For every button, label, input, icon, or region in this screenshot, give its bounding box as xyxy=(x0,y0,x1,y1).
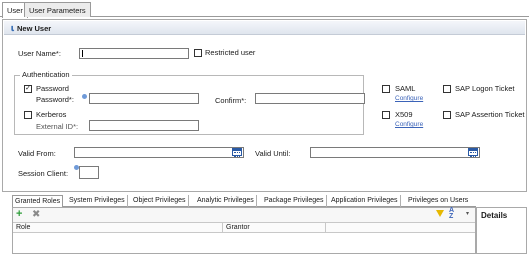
sort-icon[interactable]: AZ xyxy=(449,207,454,220)
valid-from-input[interactable] xyxy=(74,147,244,158)
password-field-label: Password*: xyxy=(36,95,74,104)
dropdown-icon[interactable]: ▾ xyxy=(466,210,469,217)
session-client-label: Session Client: xyxy=(18,169,69,178)
sap-assertion-ticket-checkbox[interactable] xyxy=(443,111,451,119)
grid-toolbar xyxy=(13,208,475,222)
delete-icon[interactable]: ✖ xyxy=(32,209,40,220)
user-icon: 𝛊 xyxy=(10,23,15,33)
sap-assertion-ticket-label: SAP Assertion Ticket xyxy=(455,110,525,119)
kerberos-checkbox[interactable] xyxy=(24,111,32,119)
info-icon xyxy=(82,94,87,99)
external-id-input[interactable] xyxy=(89,120,199,131)
session-client-input[interactable] xyxy=(79,166,99,179)
saml-checkbox[interactable] xyxy=(382,85,390,93)
tab-analytic-privileges[interactable]: Analytic Privileges xyxy=(195,195,257,207)
calendar-icon[interactable] xyxy=(468,148,478,157)
confirm-label: Confirm*: xyxy=(215,96,247,105)
authentication-title: Authentication xyxy=(20,70,72,80)
section-header xyxy=(4,21,525,35)
password-label: Password xyxy=(36,84,69,93)
confirm-input[interactable] xyxy=(255,93,365,104)
add-icon[interactable]: + xyxy=(16,209,22,220)
details-title: Details xyxy=(481,211,508,220)
sap-logon-ticket-label: SAP Logon Ticket xyxy=(455,84,515,93)
tab-user-parameters[interactable]: User Parameters xyxy=(24,2,91,17)
x509-label: X509 xyxy=(395,110,413,119)
valid-until-label: Valid Until: xyxy=(255,149,291,158)
x509-configure-link[interactable]: Configure xyxy=(395,121,423,128)
password-input[interactable] xyxy=(89,93,199,104)
user-name-input[interactable] xyxy=(79,48,189,59)
kerberos-label: Kerberos xyxy=(36,110,67,119)
text-caret xyxy=(82,50,83,57)
restricted-user-label: Restricted user xyxy=(205,48,256,57)
tab-application-privileges[interactable]: Application Privileges xyxy=(329,195,401,207)
filter-icon[interactable] xyxy=(436,210,444,217)
sap-logon-ticket-checkbox[interactable] xyxy=(443,85,451,93)
column-header-grantor[interactable]: Grantor xyxy=(226,224,250,231)
password-checkbox[interactable]: ✓ xyxy=(24,85,32,93)
column-header-role[interactable]: Role xyxy=(16,224,30,231)
column-separator xyxy=(325,222,326,233)
valid-until-input[interactable] xyxy=(310,147,480,158)
saml-configure-link[interactable]: Configure xyxy=(395,95,423,102)
column-separator xyxy=(222,222,223,233)
tab-package-privileges[interactable]: Package Privileges xyxy=(262,195,327,207)
x509-checkbox[interactable] xyxy=(382,111,390,119)
tab-privileges-on-users[interactable]: Privileges on Users xyxy=(406,195,470,207)
calendar-icon[interactable] xyxy=(232,148,242,157)
restricted-user-checkbox[interactable] xyxy=(194,49,202,57)
saml-label: SAML xyxy=(395,84,416,93)
external-id-label: External ID*: xyxy=(36,122,79,131)
section-title: New User xyxy=(17,24,52,33)
valid-from-label: Valid From: xyxy=(18,149,56,158)
user-name-label: User Name*: xyxy=(18,49,61,58)
tab-object-privileges[interactable]: Object Privileges xyxy=(131,195,189,207)
tab-system-privileges[interactable]: System Privileges xyxy=(67,195,128,207)
